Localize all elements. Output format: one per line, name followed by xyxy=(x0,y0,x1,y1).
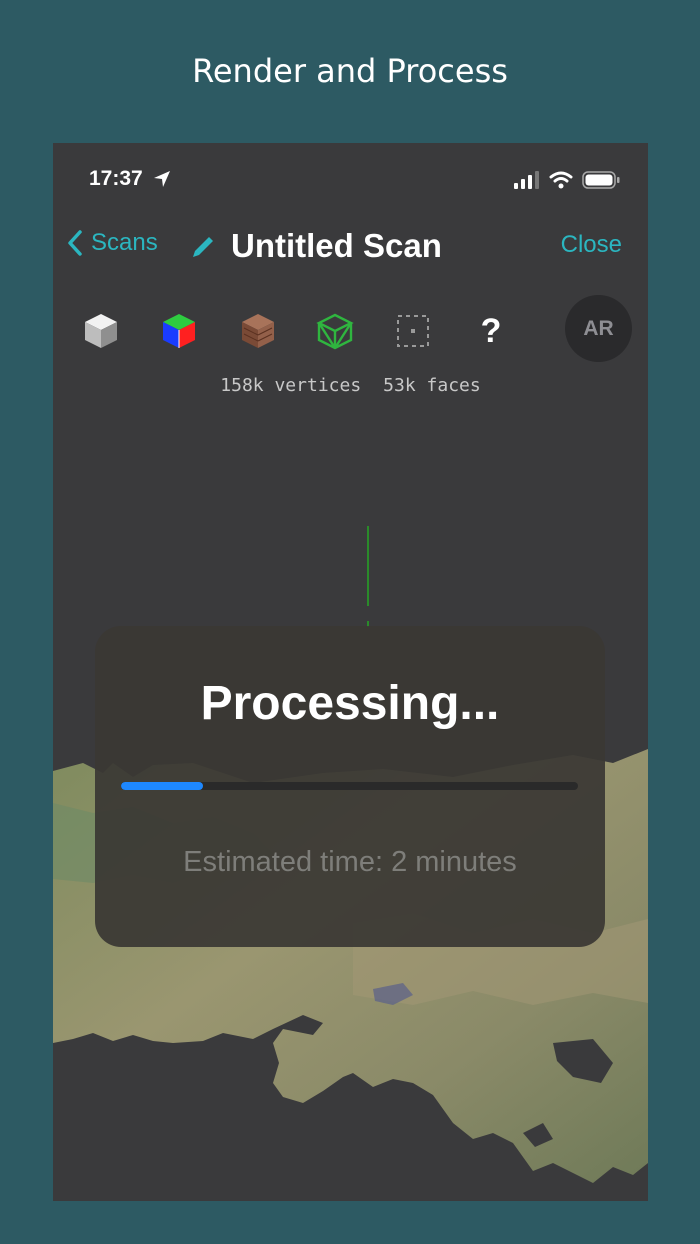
progress-bar-fill xyxy=(121,782,204,790)
status-time: 17:37 xyxy=(89,167,143,190)
cellular-signal-icon xyxy=(514,171,540,193)
back-button[interactable]: Scans xyxy=(67,229,158,257)
rgb-cube-icon[interactable] xyxy=(159,311,199,351)
render-mode-toolbar: ? AR xyxy=(53,295,648,362)
ar-view-button[interactable]: AR xyxy=(565,295,632,362)
solid-cube-icon[interactable] xyxy=(81,311,121,351)
vertices-count: 158k vertices xyxy=(220,375,362,396)
wireframe-cube-icon[interactable] xyxy=(315,311,355,351)
processing-heading: Processing... xyxy=(200,677,500,730)
help-icon[interactable]: ? xyxy=(471,311,511,351)
estimated-time-label: Estimated time: 2 minutes xyxy=(183,846,517,878)
edit-title-pencil-icon[interactable] xyxy=(189,233,217,265)
mesh-stats: 158k vertices 53k faces xyxy=(53,375,648,396)
scene-axis-line xyxy=(367,526,369,606)
wifi-icon xyxy=(549,171,573,193)
screenshot-caption: Render and Process xyxy=(192,52,508,90)
progress-bar xyxy=(121,782,578,790)
close-button[interactable]: Close xyxy=(561,231,622,259)
scan-title: Untitled Scan xyxy=(231,227,442,264)
location-arrow-icon xyxy=(153,170,171,192)
phone-screen: 17:37 Scans Untitled Scan Close ? AR 158… xyxy=(53,143,648,1201)
texture-cube-icon[interactable] xyxy=(238,311,278,351)
faces-count: 53k faces xyxy=(383,375,481,396)
status-bar: 17:37 xyxy=(53,167,648,195)
chevron-left-icon xyxy=(68,230,82,256)
navigation-bar: Scans Untitled Scan Close xyxy=(53,225,648,269)
bounding-box-icon[interactable] xyxy=(393,311,433,351)
battery-icon xyxy=(582,171,620,193)
back-button-label: Scans xyxy=(91,229,158,256)
processing-dialog: Processing... Estimated time: 2 minutes xyxy=(95,626,605,947)
